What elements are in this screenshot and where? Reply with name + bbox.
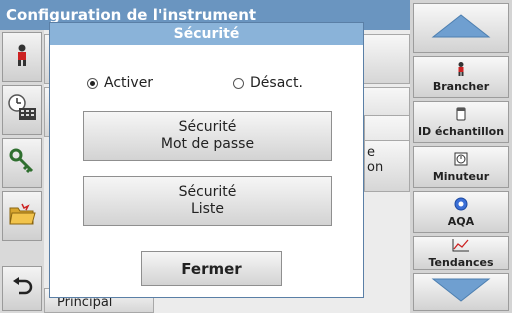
security-dialog: Sécurité Activer Désact. Sécurité Mot de… <box>49 22 364 298</box>
key-icon <box>9 148 35 178</box>
security-password-button[interactable]: Sécurité Mot de passe <box>83 111 332 161</box>
person-icon <box>456 61 466 80</box>
security-password-line1: Sécurité <box>178 119 237 135</box>
folder-button[interactable] <box>2 191 42 241</box>
radio-disable-label: Désact. <box>250 75 303 91</box>
close-button[interactable]: Fermer <box>141 251 282 286</box>
security-list-line1: Sécurité <box>178 184 237 200</box>
aqa-label: AQA <box>447 215 475 228</box>
sample-vial-icon <box>456 106 466 125</box>
radio-enable[interactable]: Activer <box>87 75 153 91</box>
person-icon <box>14 44 30 70</box>
datetime-button[interactable] <box>2 85 42 135</box>
scroll-up-button[interactable] <box>413 3 509 53</box>
security-button[interactable] <box>2 138 42 188</box>
right-toolbar: Brancher ID échantillon Minuteur AQA Ten… <box>410 0 512 313</box>
radio-enable-indicator[interactable] <box>87 77 98 89</box>
radio-enable-label: Activer <box>104 75 154 91</box>
login-button[interactable]: Brancher <box>413 56 509 98</box>
sample-id-label: ID échantillon <box>417 125 505 138</box>
login-label: Brancher <box>432 80 490 93</box>
sample-id-button[interactable]: ID échantillon <box>413 101 509 143</box>
aqa-icon <box>454 196 468 215</box>
security-list-line2: Liste <box>190 201 225 217</box>
timer-button[interactable]: Minuteur <box>413 146 509 188</box>
trends-label: Tendances <box>428 256 494 269</box>
security-list-button[interactable]: Sécurité Liste <box>83 176 332 226</box>
back-arrow-icon <box>11 276 33 301</box>
trends-button[interactable]: Tendances <box>413 236 509 270</box>
timer-icon <box>454 151 468 170</box>
radio-disable-indicator[interactable] <box>233 77 244 89</box>
background-row: e on <box>364 140 410 192</box>
radio-disable[interactable]: Désact. <box>233 75 303 91</box>
down-arrow-icon <box>431 277 491 307</box>
security-password-line2: Mot de passe <box>160 136 255 152</box>
up-arrow-icon <box>431 13 491 43</box>
left-sidebar <box>0 30 44 313</box>
back-button[interactable] <box>2 266 42 311</box>
user-button[interactable] <box>2 32 42 82</box>
timer-label: Minuteur <box>432 170 490 183</box>
dialog-title: Sécurité <box>50 23 363 45</box>
scroll-down-button[interactable] <box>413 273 509 311</box>
clock-keyboard-icon <box>7 94 37 126</box>
trend-chart-icon <box>452 237 470 256</box>
folder-icon <box>8 202 36 230</box>
aqa-button[interactable]: AQA <box>413 191 509 233</box>
